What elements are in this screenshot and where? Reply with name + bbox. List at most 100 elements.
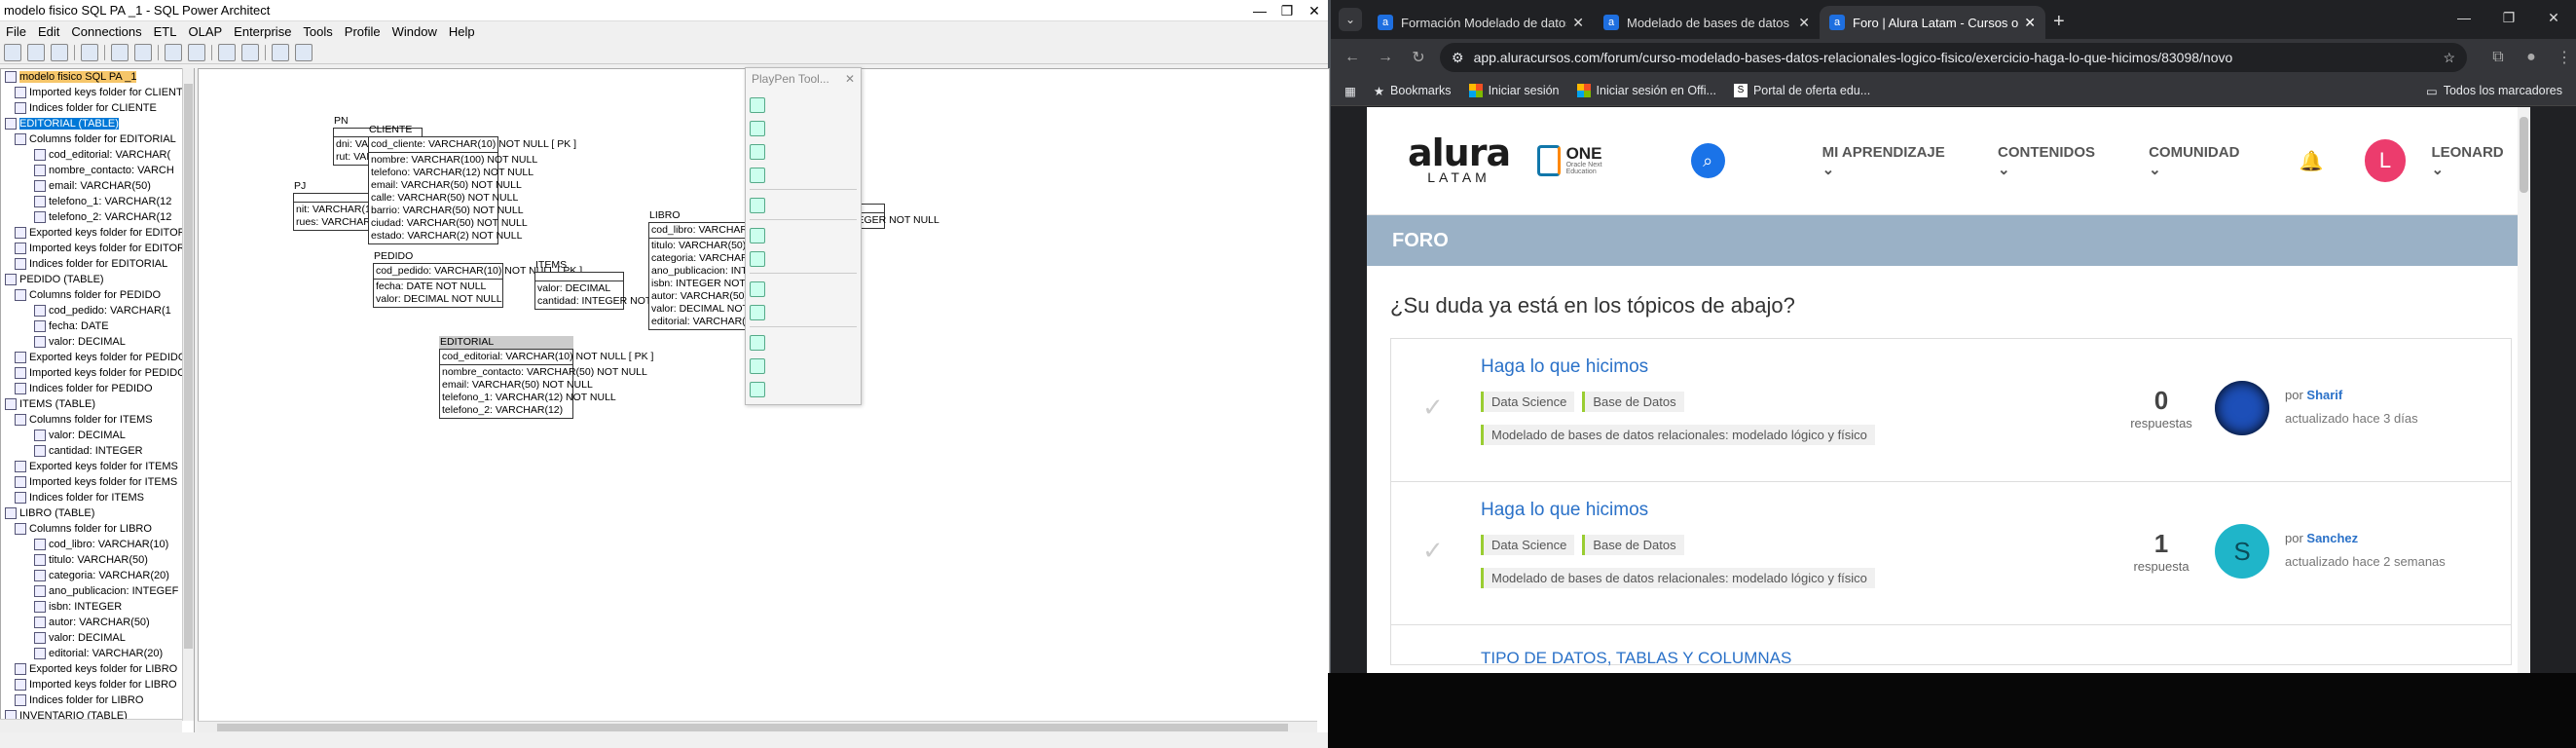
tree-node[interactable]: nombre_contacto: VARCH: [1, 163, 194, 178]
tag-badge[interactable]: Base de Datos: [1582, 535, 1684, 555]
close-icon[interactable]: ✕: [845, 68, 855, 90]
minimize-button[interactable]: —: [1246, 1, 1273, 20]
tree-node[interactable]: Imported keys folder for EDITORI: [1, 241, 194, 256]
tree-node[interactable]: cod_editorial: VARCHAR(: [1, 147, 194, 163]
author-link[interactable]: Sanchez: [2306, 531, 2358, 545]
course-badge[interactable]: Modelado de bases de datos relacionales:…: [1481, 425, 1875, 445]
tree-node[interactable]: fecha: DATE: [1, 318, 194, 334]
tree-node[interactable]: autor: VARCHAR(50): [1, 615, 194, 630]
insert-column-icon[interactable]: [750, 251, 765, 267]
tree-node[interactable]: email: VARCHAR(50): [1, 178, 194, 194]
tree-node[interactable]: valor: DECIMAL: [1, 428, 194, 443]
redo-icon[interactable]: [188, 44, 205, 61]
topic-item[interactable]: Haga lo que hicimos ✓ Data Science Base de …: [1391, 339, 2511, 482]
author-avatar[interactable]: S: [2215, 524, 2269, 579]
menu-help[interactable]: Help: [443, 24, 481, 39]
new-tab-icon[interactable]: +: [2053, 11, 2065, 33]
table-column[interactable]: cantidad: INTEGER NOT NULL: [537, 295, 681, 308]
edit-column-icon[interactable]: [750, 358, 765, 374]
table-column[interactable]: barrio: VARCHAR(50) NOT NULL: [371, 205, 524, 217]
nav-mi-aprendizaje[interactable]: MI APRENDIZAJE: [1822, 144, 1957, 178]
tree-node[interactable]: valor: DECIMAL: [1, 334, 194, 350]
maximize-button[interactable]: ❐: [2486, 0, 2531, 35]
table-column[interactable]: email: VARCHAR(50) NOT NULL: [442, 379, 593, 392]
one-logo[interactable]: ONE Oracle Next Education: [1537, 145, 1632, 176]
tag-badge[interactable]: Data Science: [1481, 535, 1575, 555]
tree-node[interactable]: Indices folder for LIBRO: [1, 692, 194, 708]
zoom-in-icon[interactable]: [750, 97, 765, 113]
tree-node[interactable]: telefono_1: VARCHAR(12: [1, 194, 194, 209]
close-icon[interactable]: ✕: [1572, 15, 1584, 31]
table-items[interactable]: ITEMS valor: DECIMAL cantidad: INTEGER NOT…: [534, 259, 681, 310]
topic-title[interactable]: TIPO DE DATOS, TABLAS Y COLUMNAS: [1481, 649, 1791, 668]
tree-node[interactable]: cod_libro: VARCHAR(10): [1, 537, 194, 552]
tree-node[interactable]: Imported keys folder for CLIENTE: [1, 85, 194, 100]
tree-node[interactable]: Indices folder for ITEMS: [1, 490, 194, 505]
tree-node[interactable]: Imported keys folder for PEDIDO: [1, 365, 194, 381]
tree-node[interactable]: Imported keys folder for LIBRO: [1, 677, 194, 692]
menu-tools[interactable]: Tools: [297, 24, 338, 39]
page-scrollbar[interactable]: [2518, 107, 2530, 673]
bookmark-item[interactable]: Iniciar sesión: [1468, 84, 1560, 97]
tree-node[interactable]: Columns folder for PEDIDO: [1, 287, 194, 303]
save-project-icon[interactable]: [51, 44, 68, 61]
more-menu-icon[interactable]: ⋮: [2553, 48, 2576, 67]
zoom-normal-icon[interactable]: [750, 144, 765, 160]
back-icon[interactable]: ←: [1341, 49, 1364, 66]
tag-badge[interactable]: Data Science: [1481, 392, 1575, 412]
tree-node[interactable]: modelo fisico SQL PA _1: [1, 69, 194, 85]
tree-node[interactable]: titulo: VARCHAR(50): [1, 552, 194, 568]
table-column[interactable]: fecha: DATE NOT NULL: [376, 280, 500, 293]
tree-node[interactable]: editorial: VARCHAR(20): [1, 646, 194, 661]
table-editorial[interactable]: EDITORIAL cod_editorial: VARCHAR(10) NOT …: [439, 336, 653, 419]
tree-node[interactable]: Columns folder for LIBRO: [1, 521, 194, 537]
menu-file[interactable]: File: [0, 24, 32, 39]
tree-node[interactable]: Indices folder for CLIENTE: [1, 100, 194, 116]
tag-badge[interactable]: Base de Datos: [1582, 392, 1684, 412]
refresh-icon[interactable]: [81, 44, 98, 61]
author-avatar[interactable]: [2215, 381, 2269, 435]
tab-search-icon[interactable]: ⌄: [1339, 8, 1362, 31]
table-column[interactable]: cod_editorial: VARCHAR(10) NOT NULL [ PK…: [442, 351, 653, 363]
data-mover-icon[interactable]: [272, 44, 289, 61]
minimize-button[interactable]: —: [2442, 0, 2486, 35]
profile-icon[interactable]: [295, 44, 313, 61]
tree-node[interactable]: categoria: VARCHAR(20): [1, 568, 194, 583]
author-link[interactable]: Sharif: [2306, 388, 2342, 402]
table-column[interactable]: valor: DECIMAL: [537, 282, 621, 295]
table-cliente[interactable]: CLIENTE cod_cliente: VARCHAR(10) NOT NULL…: [368, 124, 576, 244]
tab-modelado[interactable]: a Modelado de bases de datos r ✕: [1594, 6, 1820, 39]
close-icon[interactable]: ✕: [1798, 15, 1810, 31]
delete-icon[interactable]: [750, 198, 765, 213]
tree-vertical-scrollbar[interactable]: [182, 68, 194, 721]
all-bookmarks[interactable]: ▭ Todos los marcadores: [2426, 84, 2562, 98]
tree-node[interactable]: Columns folder for EDITORIAL: [1, 131, 194, 147]
topic-title[interactable]: Haga lo que hicimos: [1481, 500, 1648, 521]
table-column[interactable]: estado: VARCHAR(2) NOT NULL: [371, 230, 522, 243]
profile-icon[interactable]: ●: [2520, 49, 2543, 66]
edit-relationship-icon[interactable]: [750, 382, 765, 397]
tree-node[interactable]: Exported keys folder for ITEMS: [1, 459, 194, 474]
apps-icon[interactable]: ▦: [1344, 84, 1356, 98]
tree-node[interactable]: Exported keys folder for EDITORI: [1, 225, 194, 241]
bookmark-star-icon[interactable]: ☆: [2443, 50, 2455, 66]
new-identifying-relationship-icon[interactable]: [750, 281, 765, 297]
tree-node[interactable]: cantidad: INTEGER: [1, 443, 194, 459]
export-pdf-icon[interactable]: [134, 44, 152, 61]
menu-profile[interactable]: Profile: [339, 24, 386, 39]
nav-contenidos[interactable]: CONTENIDOS: [1998, 144, 2108, 178]
omnibox[interactable]: ⚙ app.aluracursos.com/forum/curso-modela…: [1440, 43, 2467, 72]
close-button[interactable]: ✕: [1301, 1, 1328, 20]
zoom-fit-icon[interactable]: [750, 168, 765, 183]
menu-connections[interactable]: Connections: [65, 24, 147, 39]
close-button[interactable]: ✕: [2531, 0, 2576, 35]
site-info-icon[interactable]: ⚙: [1452, 50, 1464, 66]
menu-window[interactable]: Window: [386, 24, 443, 39]
tree-node[interactable]: Exported keys folder for PEDIDO: [1, 350, 194, 365]
notification-bell-icon[interactable]: 🔔: [2300, 149, 2324, 173]
tree-node[interactable]: Columns folder for ITEMS: [1, 412, 194, 428]
table-column[interactable]: telefono_1: VARCHAR(12) NOT NULL: [442, 392, 616, 404]
reload-icon[interactable]: ↻: [1407, 48, 1430, 67]
tree-node[interactable]: Exported keys folder for LIBRO: [1, 661, 194, 677]
new-table-icon[interactable]: [750, 228, 765, 243]
